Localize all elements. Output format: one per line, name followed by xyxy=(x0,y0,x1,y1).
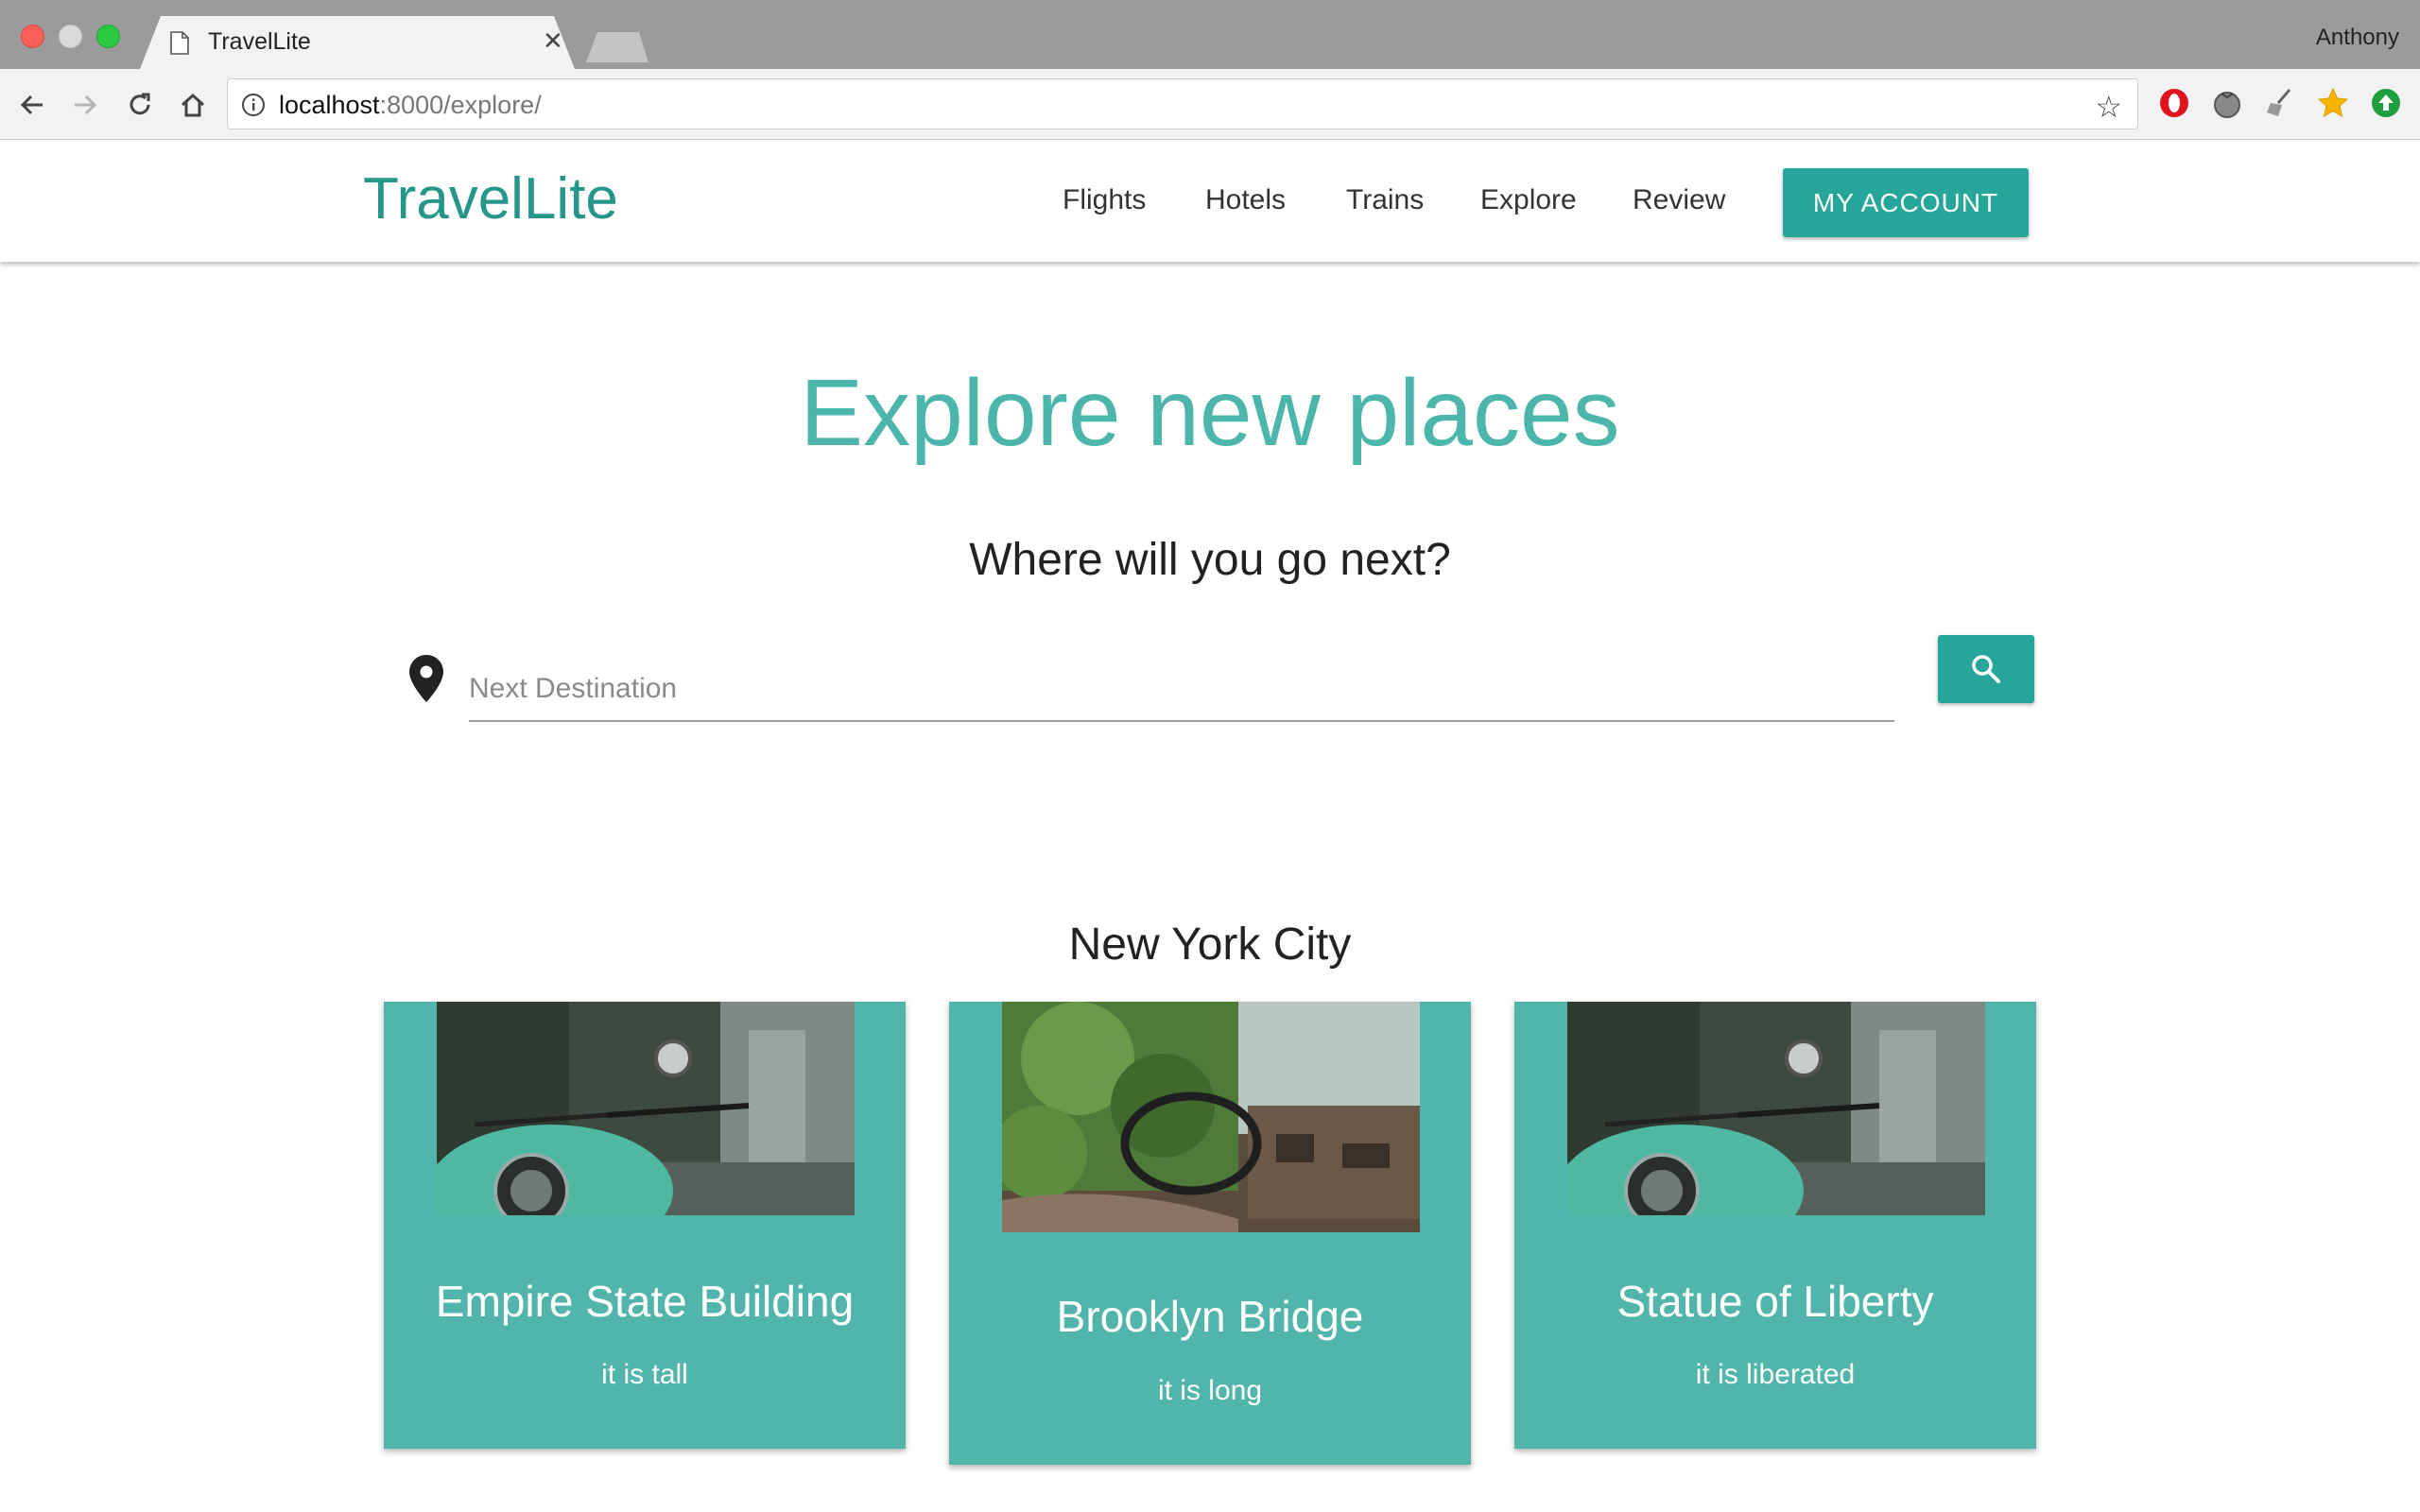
tab-close-icon[interactable]: ✕ xyxy=(543,26,563,56)
nav-trains[interactable]: Trains xyxy=(1346,184,1424,216)
card-description: it is long xyxy=(1157,1375,1263,1406)
my-account-button[interactable]: MY ACCOUNT xyxy=(1783,168,2029,237)
browser-tabstrip: TravelLite ✕ Anthony xyxy=(0,0,2420,69)
place-card[interactable]: Empire State Building it is tall xyxy=(384,1002,906,1449)
browser-tab[interactable] xyxy=(140,16,575,69)
place-card[interactable]: Statue of Liberty it is liberated xyxy=(1514,1002,2036,1449)
forward-arrow-icon[interactable] xyxy=(68,88,102,122)
url-text: localhost:8000/explore/ xyxy=(279,91,542,119)
nav-explore[interactable]: Explore xyxy=(1480,184,1577,216)
search-icon xyxy=(1972,655,2000,683)
place-card[interactable]: Brooklyn Bridge it is long xyxy=(949,1002,1471,1465)
star-extension-icon[interactable] xyxy=(2316,86,2350,120)
back-arrow-icon[interactable] xyxy=(15,88,49,122)
bookmark-star-icon[interactable]: ☆ xyxy=(2095,89,2122,125)
search-button[interactable] xyxy=(1938,635,2034,703)
reload-icon[interactable] xyxy=(123,88,157,122)
scooter-photo xyxy=(1567,1002,1985,1215)
card-description: it is liberated xyxy=(1695,1359,1856,1390)
info-icon[interactable] xyxy=(241,93,266,117)
page-subtitle: Where will you go next? xyxy=(969,535,1451,585)
tomato-extension-icon[interactable] xyxy=(2210,86,2244,120)
upload-extension-icon[interactable] xyxy=(2369,86,2403,120)
section-title: New York City xyxy=(1068,919,1352,970)
card-title: Statue of Liberty xyxy=(1616,1277,1934,1326)
destination-search-input[interactable] xyxy=(469,648,1894,722)
browser-toolbar: localhost:8000/explore/ ☆ xyxy=(0,69,2420,140)
close-window-button[interactable] xyxy=(21,25,44,48)
nav-hotels[interactable]: Hotels xyxy=(1205,184,1286,216)
card-title: Empire State Building xyxy=(435,1277,855,1326)
broom-extension-icon[interactable] xyxy=(2263,86,2297,120)
page-title: Explore new places xyxy=(800,360,1620,466)
nav-flights[interactable]: Flights xyxy=(1063,184,1146,216)
card-description: it is tall xyxy=(601,1359,688,1390)
maximize-window-button[interactable] xyxy=(96,25,120,48)
minimize-window-button[interactable] xyxy=(59,25,82,48)
document-icon xyxy=(170,31,189,55)
profile-name[interactable]: Anthony xyxy=(2316,25,2399,51)
tab-title: TravelLite xyxy=(208,28,311,55)
address-bar[interactable]: localhost:8000/explore/ ☆ xyxy=(227,78,2138,129)
nav-review[interactable]: Review xyxy=(1633,184,1725,216)
home-icon[interactable] xyxy=(176,88,210,122)
abandoned-car-photo xyxy=(1002,1002,1420,1232)
location-pin-icon xyxy=(409,655,443,702)
brand-logo[interactable]: TravelLite xyxy=(363,165,618,232)
new-tab-button[interactable] xyxy=(586,32,648,62)
site-navbar: TravelLite Flights Hotels Trains Explore… xyxy=(0,141,2420,262)
card-title: Brooklyn Bridge xyxy=(1056,1292,1364,1341)
scooter-photo xyxy=(437,1002,855,1215)
opera-extension-icon[interactable] xyxy=(2157,86,2191,120)
